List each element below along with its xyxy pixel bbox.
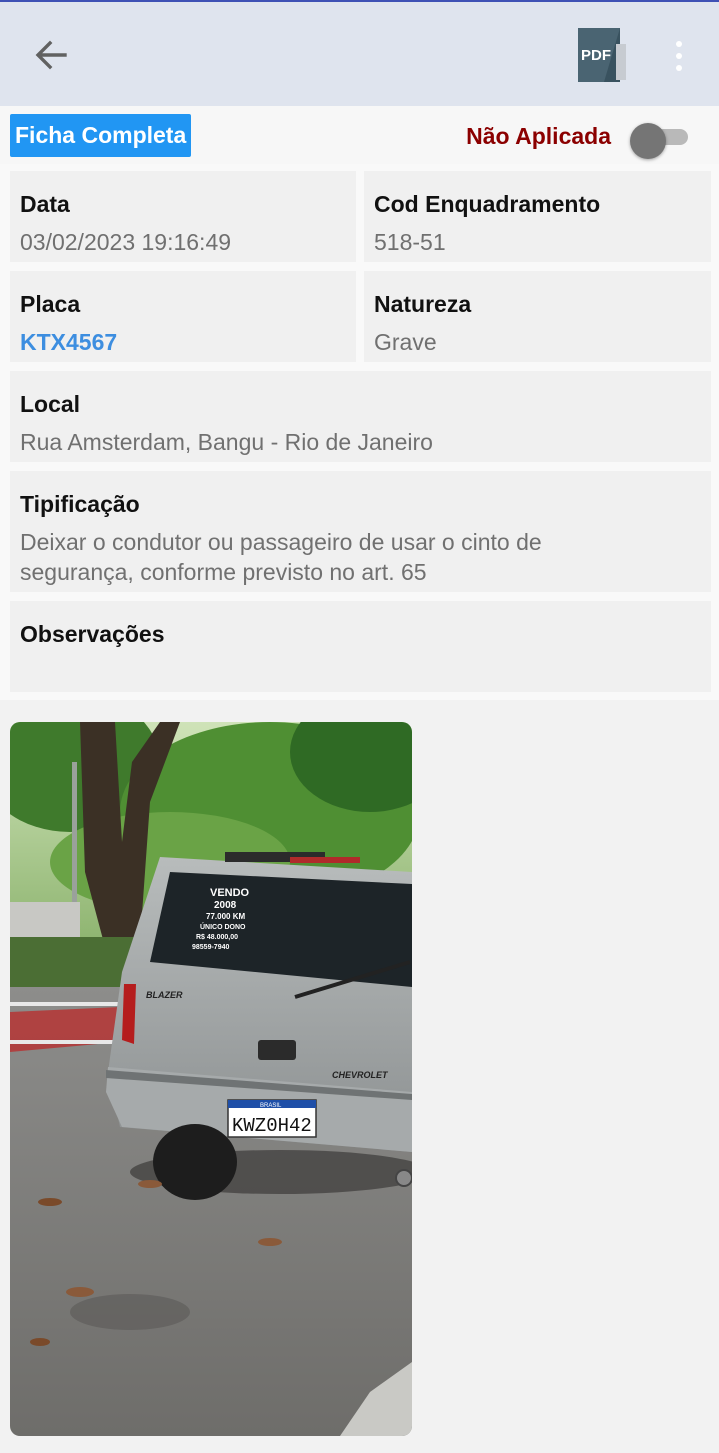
placa-card: Placa KTX4567 (10, 271, 356, 362)
data-label: Data (20, 191, 70, 217)
svg-text:2008: 2008 (214, 900, 237, 911)
tipificacao-card: Tipificação Deixar o condutor ou passage… (10, 471, 711, 592)
arrow-left-icon (35, 40, 67, 70)
pdf-file-icon: PDF (578, 28, 626, 82)
placa-link[interactable]: KTX4567 (20, 327, 117, 357)
local-card: Local Rua Amsterdam, Bangu - Rio de Jane… (10, 371, 711, 462)
svg-text:ÚNICO DONO: ÚNICO DONO (200, 922, 246, 931)
pdf-export-button[interactable]: PDF (574, 26, 628, 84)
infraction-photo[interactable]: VENDO 2008 77.000 KM ÚNICO DONO R$ 48.00… (10, 722, 412, 1436)
pdf-icon-text: PDF (581, 47, 611, 64)
app-bar: PDF (0, 0, 719, 106)
tipificacao-label: Tipificação (20, 491, 140, 517)
svg-text:77.000 KM: 77.000 KM (206, 912, 245, 921)
more-options-button[interactable] (660, 34, 698, 78)
brand-badge: CHEVROLET (332, 1070, 389, 1080)
placa-label: Placa (20, 291, 81, 317)
svg-text:BRASIL: BRASIL (260, 1103, 282, 1109)
local-label: Local (20, 391, 81, 417)
back-button[interactable] (26, 32, 76, 78)
cod-enquadramento-card: Cod Enquadramento 518-51 (364, 171, 711, 262)
ficha-completa-button[interactable]: Ficha Completa (10, 114, 192, 157)
nao-aplicada-label: Não Aplicada (466, 123, 611, 149)
svg-text:R$ 48.000,00: R$ 48.000,00 (196, 934, 238, 941)
svg-text:98559-7940: 98559-7940 (192, 944, 229, 951)
model-badge: BLAZER (146, 990, 183, 1000)
data-value: 03/02/2023 19:16:49 (20, 229, 232, 255)
observacoes-label: Observações (20, 621, 165, 647)
cod-enquadramento-label: Cod Enquadramento (374, 191, 601, 217)
svg-text:VENDO: VENDO (210, 887, 250, 899)
natureza-label: Natureza (374, 291, 472, 317)
status-row: Ficha Completa Não Aplicada (0, 106, 719, 164)
tipificacao-value: Deixar o condutor ou passageiro de usar … (20, 529, 542, 585)
infraction-details: Data 03/02/2023 19:16:49 Cod Enquadramen… (0, 164, 719, 700)
natureza-card: Natureza Grave (364, 271, 711, 362)
more-vertical-icon (676, 41, 682, 47)
natureza-value: Grave (374, 329, 437, 355)
svg-text:KWZ0H42: KWZ0H42 (232, 1115, 312, 1137)
local-value: Rua Amsterdam, Bangu - Rio de Janeiro (20, 429, 433, 455)
data-card: Data 03/02/2023 19:16:49 (10, 171, 356, 262)
aplicada-toggle[interactable] (628, 116, 690, 159)
cod-enquadramento-value: 518-51 (374, 229, 446, 255)
car-photo-image: VENDO 2008 77.000 KM ÚNICO DONO R$ 48.00… (10, 722, 412, 1436)
license-plate: BRASIL KWZ0H42 (227, 1099, 317, 1138)
observacoes-card: Observações (10, 601, 711, 692)
